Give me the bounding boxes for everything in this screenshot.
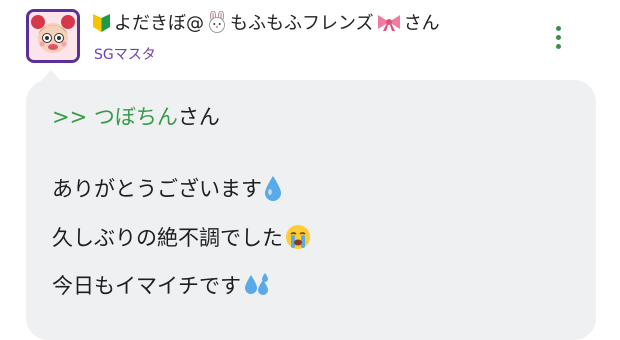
comment-text: ありがとうございます xyxy=(52,177,262,201)
reply-mention: >> つぼちん さん xyxy=(52,101,220,131)
author-rank: SGマスタ xyxy=(94,47,156,63)
rabbit-face-icon xyxy=(209,11,225,33)
author-name-suffix: さん xyxy=(403,13,440,34)
author-name[interactable]: よだきぼ@ もふもふフレンズ さん xyxy=(92,8,440,36)
droplet-icon xyxy=(265,176,281,201)
post-header: よだきぼ@ もふもふフレンズ さん SGマスタ xyxy=(0,0,620,78)
more-options-button[interactable] xyxy=(544,20,572,54)
more-vertical-icon-dot xyxy=(555,34,561,40)
comment-text: 久しぶりの絶不調でした xyxy=(52,226,283,250)
sweat-droplets-icon xyxy=(245,273,268,295)
comment-text: 今日もイマイチです xyxy=(52,274,241,298)
comment-line: ありがとうございます xyxy=(52,173,282,203)
comment-line: 今日もイマイチです xyxy=(52,270,271,300)
more-vertical-icon-dot xyxy=(555,43,561,49)
reply-to-suffix: さん xyxy=(177,105,220,129)
author-name-prefix: よだきぼ@ xyxy=(114,13,204,34)
avatar[interactable] xyxy=(26,9,80,63)
reply-to-link[interactable]: >> つぼちん xyxy=(52,101,178,131)
more-vertical-icon xyxy=(555,25,561,31)
ribbon-icon xyxy=(377,15,400,31)
loudly-crying-face-icon xyxy=(286,225,310,249)
comment-line: 久しぶりの絶不調でした xyxy=(52,222,311,252)
author-name-middle: もふもふフレンズ xyxy=(230,13,374,34)
beginner-mark-icon xyxy=(93,13,110,32)
